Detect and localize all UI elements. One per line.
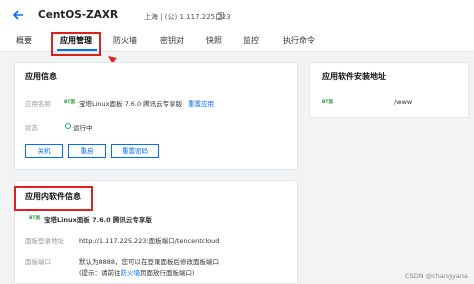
back-arrow-icon[interactable] — [12, 9, 24, 21]
tab-overview[interactable]: 概要 — [16, 35, 32, 46]
instance-title: CentOS-ZAXR — [38, 9, 119, 21]
app-name-value: 宝塔Linux面板 7.6.0 腾讯云专享版 — [79, 100, 183, 108]
firewall-link[interactable]: 防火墙 — [121, 269, 141, 277]
tab-key-pairs[interactable]: 密钥对 — [160, 35, 184, 46]
software-name: 宝塔Linux面板 7.6.0 腾讯云专享版 — [44, 216, 152, 224]
copy-icon[interactable] — [216, 12, 224, 20]
shutdown-button[interactable]: 关机 — [25, 144, 63, 158]
tab-execute-command[interactable]: 执行命令 — [283, 35, 315, 46]
install-path: /www — [394, 98, 413, 106]
panel-address-label: 面板登录地址 — [25, 237, 64, 245]
app-name-label: 应用名称 — [25, 100, 51, 108]
reset-password-button[interactable]: 重置密码 — [111, 144, 159, 158]
tab-monitoring[interactable]: 监控 — [243, 35, 259, 46]
bt-panel-logo: BT面 — [29, 216, 40, 221]
app-info-title: 应用信息 — [25, 72, 57, 81]
tab-snapshots[interactable]: 快照 — [206, 35, 222, 46]
reset-app-link[interactable]: 重置应用 — [188, 98, 214, 108]
panel-port-label: 面板端口 — [25, 258, 51, 266]
panel-address-value: http://1.117.225.223:面板端口/tencentcloud — [79, 237, 220, 245]
tab-firewall[interactable]: 防火墙 — [113, 35, 137, 46]
firewall-hint: (提示：请前往防火墙页面放行面板端口) — [79, 267, 195, 277]
watermark: CSDN @changyana — [405, 272, 468, 280]
header-bar: CentOS-ZAXR 上海 | (公) 1.117.225.223 — [0, 0, 474, 30]
status-running-icon — [65, 123, 71, 129]
hint-suffix: 页面放行面板端口) — [140, 269, 195, 277]
hint-prefix: (提示：请前往 — [79, 269, 121, 277]
app-info-card: 应用信息 应用名称 BT面 宝塔Linux面板 7.6.0 腾讯云专享版 重置应… — [14, 62, 298, 170]
annotation-highlight-software-title — [14, 186, 93, 211]
status-label: 状态 — [25, 124, 38, 132]
restart-button[interactable]: 重启 — [68, 144, 106, 158]
status-value: 运行中 — [73, 124, 93, 132]
annotation-highlight-tab — [51, 32, 101, 56]
install-address-title: 应用软件安装地址 — [322, 72, 386, 81]
install-address-card: 应用软件安装地址 BT面 /www — [309, 62, 469, 118]
panel-port-value: 默认为8888，您可以在登录面板后修改面板端口 — [79, 258, 220, 266]
bt-panel-logo: BT面 — [322, 100, 333, 105]
bt-panel-logo: BT面 — [64, 100, 75, 105]
